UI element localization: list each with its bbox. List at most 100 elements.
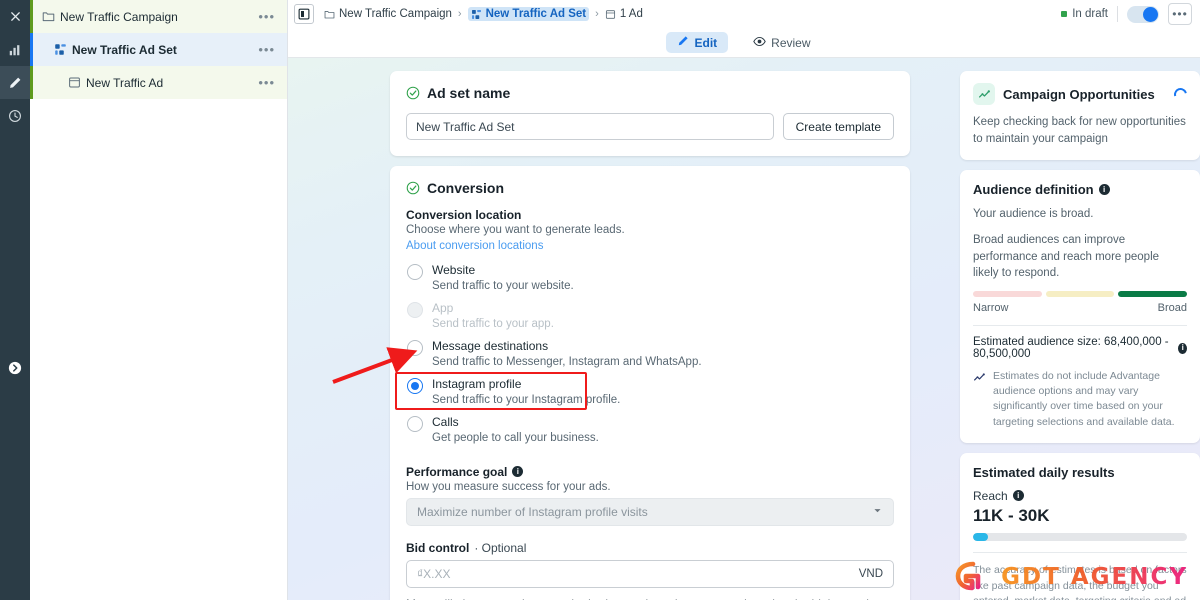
pencil-icon (677, 35, 689, 50)
card-title: Conversion (406, 180, 894, 196)
select-value: Maximize number of Instagram profile vis… (417, 504, 648, 519)
radio-button[interactable] (407, 264, 423, 280)
divider (1117, 6, 1118, 22)
top-bar: New Traffic Campaign › New Traffic Ad Se… (288, 0, 1200, 28)
info-icon[interactable]: i (512, 466, 524, 478)
performance-goal-section: Performance goal i How you measure succe… (406, 465, 894, 526)
option-desc: Get people to call your business. (432, 431, 599, 444)
tab-edit[interactable]: Edit (666, 32, 729, 53)
tab-review[interactable]: Review (742, 32, 821, 54)
tree-row[interactable]: New Traffic Campaign ••• (30, 0, 287, 33)
row-accent-bar (30, 33, 33, 66)
tree-row-label: New Traffic Ad Set (72, 42, 177, 57)
radio-option-calls[interactable]: Calls Get people to call your business. (406, 412, 894, 450)
reach-label: Reach i (973, 489, 1187, 503)
loading-spinner-icon (1171, 85, 1190, 103)
panel-toggle-button[interactable] (294, 4, 314, 24)
audience-detail: Broad audiences can improve performance … (973, 234, 1160, 280)
card-title: Campaign Opportunities (1003, 86, 1155, 102)
rail-close-button[interactable] (0, 0, 30, 33)
publish-toggle[interactable] (1127, 5, 1159, 23)
campaign-opportunities-card: Campaign Opportunities Keep checking bac… (960, 71, 1200, 161)
progress-fill (973, 532, 988, 541)
performance-goal-heading: Performance goal i (406, 465, 894, 479)
close-icon (10, 11, 20, 22)
divider (973, 551, 1187, 553)
tree-row-menu-button[interactable]: ••• (254, 76, 279, 89)
radio-button[interactable] (407, 377, 423, 394)
folder-icon (42, 10, 60, 23)
breadcrumb-label: New Traffic Ad Set (485, 8, 587, 20)
option-label: App (432, 300, 454, 315)
option-label: Instagram profile (432, 376, 522, 391)
row-accent-bar (30, 0, 33, 33)
meter-label-broad: Broad (1157, 302, 1187, 315)
info-icon[interactable]: i (1098, 184, 1110, 196)
status-badge: In draft (1061, 8, 1108, 20)
status-dot-icon (1061, 11, 1068, 17)
folder-icon (324, 9, 335, 20)
option-desc: Send traffic to Messenger, Instagram and… (432, 355, 702, 368)
bid-control-input[interactable]: ₫X.XX VND (406, 559, 894, 588)
check-circle-icon (406, 86, 420, 100)
right-column: Campaign Opportunities Keep checking bac… (960, 71, 1200, 600)
rail-analytics-button[interactable] (0, 33, 30, 66)
ad-window-icon (68, 76, 86, 89)
bid-optional-label: · Optional (474, 540, 527, 555)
breadcrumb-item-ad[interactable]: 1 Ad (605, 8, 643, 20)
option-desc: Send traffic to your website. (432, 280, 574, 292)
rail-expand-button[interactable] (0, 348, 30, 388)
audience-estimate-note: Estimates do not include Advantage audie… (973, 369, 1187, 430)
breadcrumb-label: New Traffic Campaign (339, 8, 452, 20)
meter-segment-narrow (973, 291, 1042, 298)
audience-summary: Your audience is broad. (973, 208, 1094, 221)
meter-segment-broad (1118, 291, 1188, 298)
radio-option-instagram-profile[interactable]: Instagram profile Send traffic to your I… (395, 371, 894, 412)
heading-text: Bid control (406, 540, 470, 555)
radio-button[interactable] (407, 339, 423, 356)
chevron-right-circle-icon (8, 361, 22, 375)
history-icon (9, 109, 21, 122)
tree-row-menu-button[interactable]: ••• (254, 10, 279, 23)
audience-size-text: Estimated audience size: 68,400,000 - 80… (973, 336, 1169, 361)
info-icon[interactable]: i (1178, 342, 1187, 354)
status-area: In draft ••• (1061, 3, 1192, 25)
create-template-button[interactable]: Create template (782, 113, 894, 140)
radio-option-message-destinations[interactable]: Message destinations Send traffic to Mes… (406, 336, 894, 374)
ad-set-name-input[interactable]: New Traffic Ad Set (406, 113, 774, 140)
rail-edit-button[interactable] (0, 66, 30, 99)
label-text: Reach (973, 488, 1008, 503)
more-options-button[interactable]: ••• (1168, 3, 1192, 25)
audience-definition-card: Audience definition i Your audience is b… (960, 170, 1200, 443)
meter-label-narrow: Narrow (973, 302, 1009, 315)
tree-row-label: New Traffic Ad (86, 75, 164, 90)
campaign-tree-sidebar: New Traffic Campaign ••• New Traffic Ad … (30, 0, 288, 600)
tree-row-menu-button[interactable]: ••• (254, 43, 279, 56)
rail-history-button[interactable] (0, 99, 30, 132)
performance-goal-select[interactable]: Maximize number of Instagram profile vis… (406, 497, 894, 526)
breadcrumb-item-adset[interactable]: New Traffic Ad Set (467, 7, 590, 21)
breadcrumb: New Traffic Campaign › New Traffic Ad Se… (324, 7, 1061, 21)
title-text: Estimated daily results (973, 464, 1115, 480)
watermark-text: GDT AGENCY (1001, 564, 1188, 590)
tree-row[interactable]: New Traffic Ad ••• (30, 66, 287, 99)
status-label: In draft (1072, 8, 1108, 20)
conversion-location-desc: Choose where you want to generate leads. (406, 224, 625, 236)
radio-option-website[interactable]: Website Send traffic to your website. (406, 260, 894, 298)
about-conversion-locations-link[interactable]: About conversion locations (406, 240, 894, 252)
radio-button (407, 301, 423, 318)
bid-control-section: Bid control · Optional ₫X.XX VND Meta wi… (406, 541, 894, 600)
tab-label: Review (771, 35, 811, 50)
trend-up-icon (973, 83, 995, 105)
conversion-location-radio-group: Website Send traffic to your website. Ap… (395, 260, 894, 450)
chevron-down-icon (872, 505, 883, 519)
row-accent-bar (30, 66, 33, 99)
eye-icon (753, 35, 766, 51)
card-title: Estimated daily results (973, 465, 1187, 480)
radio-option-app: App Send traffic to your app. (406, 298, 894, 336)
ad-window-icon (605, 9, 616, 20)
breadcrumb-item-campaign[interactable]: New Traffic Campaign (324, 8, 452, 20)
tree-row[interactable]: New Traffic Ad Set ••• (30, 33, 287, 66)
info-icon[interactable]: i (1012, 490, 1024, 502)
radio-button[interactable] (407, 415, 423, 432)
